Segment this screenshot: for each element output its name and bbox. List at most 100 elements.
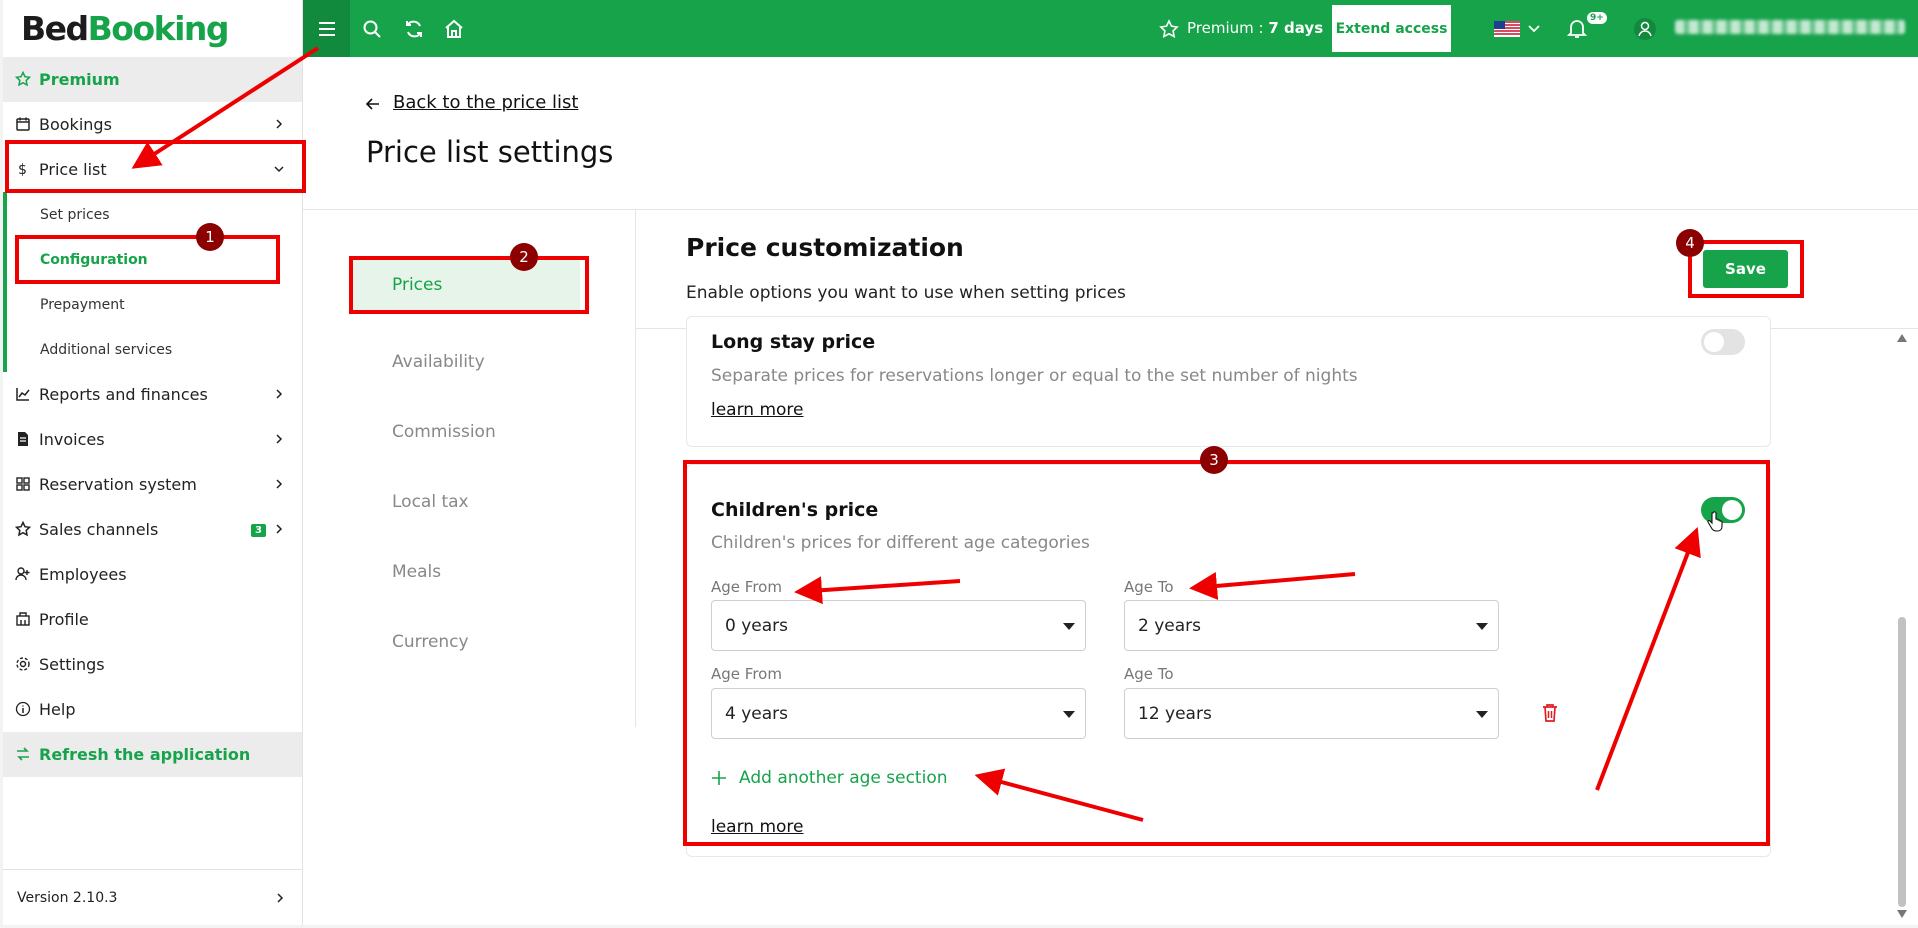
childrens-price-learn-more-link[interactable]: learn more (711, 817, 804, 837)
sidebar-item-label: Sales channels (39, 520, 159, 539)
section-title: Price customization (686, 233, 964, 262)
premium-label: Premium : (1187, 19, 1264, 37)
sidebar-item-refresh[interactable]: Refresh the application (3, 732, 302, 777)
sidebar-item-profile[interactable]: Profile (3, 597, 302, 642)
chevron-right-icon (276, 389, 283, 399)
user-name-blurred[interactable] (1675, 20, 1905, 34)
sidebar-subitem-additional-services[interactable]: Additional services (3, 327, 302, 372)
sidebar-subitem-configuration[interactable]: Configuration (3, 237, 302, 282)
caret-down-icon (1063, 623, 1075, 630)
age-from-label: Age From (711, 578, 782, 596)
tab-currency[interactable]: Currency (350, 607, 580, 677)
long-stay-description: Separate prices for reservations longer … (711, 366, 1358, 386)
chevron-down-icon (274, 166, 284, 173)
save-button[interactable]: Save (1703, 250, 1788, 288)
logo[interactable]: Bed Booking (3, 0, 302, 57)
hamburger-icon (318, 21, 335, 36)
tab-prices[interactable]: Prices (350, 257, 580, 313)
user-plus-icon (15, 567, 30, 581)
add-age-section-label: Add another age section (739, 768, 948, 788)
sidebar-item-reports[interactable]: Reports and finances (3, 372, 302, 417)
us-flag-icon[interactable] (1494, 21, 1520, 37)
annotation-marker-1: 1 (196, 223, 224, 251)
tab-local-tax[interactable]: Local tax (350, 467, 580, 537)
tab-commission[interactable]: Commission (350, 397, 580, 467)
sidebar-item-premium[interactable]: Premium (3, 57, 302, 102)
long-stay-learn-more-link[interactable]: learn more (711, 400, 804, 420)
star-icon (1159, 19, 1179, 38)
annotation-marker-2: 2 (510, 243, 538, 271)
sidebar-item-label: Invoices (39, 430, 105, 449)
subitem-label: Prepayment (40, 296, 125, 313)
tab-availability[interactable]: Availability (350, 327, 580, 397)
top-bar: Premium : 7 days Extend access 9+ (303, 0, 1918, 57)
scrollbar[interactable] (1895, 330, 1909, 922)
plus-icon (712, 771, 726, 785)
arrow-left-icon[interactable] (365, 96, 381, 112)
tab-meals[interactable]: Meals (350, 537, 580, 607)
divider (303, 209, 1918, 210)
sidebar-item-label: Bookings (39, 115, 112, 134)
version-footer[interactable]: Version 2.10.3 (3, 869, 303, 925)
refresh-icon (17, 747, 29, 761)
search-icon[interactable] (362, 19, 382, 39)
back-to-price-list-link[interactable]: Back to the price list (393, 92, 578, 113)
logo-bed: Bed (21, 9, 89, 48)
chevron-right-icon (276, 479, 283, 489)
building-icon (16, 612, 30, 626)
extend-access-button[interactable]: Extend access (1332, 5, 1451, 52)
scroll-thumb[interactable] (1898, 617, 1906, 907)
scroll-down-icon[interactable] (1897, 910, 1907, 918)
sidebar-item-label: Reports and finances (39, 385, 208, 404)
sidebar-item-price-list[interactable]: $ Price list (3, 147, 302, 192)
sidebar-subitem-set-prices[interactable]: Set prices (3, 192, 302, 237)
trash-icon[interactable] (1541, 703, 1559, 723)
premium-status: Premium : 7 days (1187, 19, 1323, 37)
add-age-section-button[interactable]: Add another age section (711, 768, 948, 788)
star-icon (15, 71, 31, 87)
avatar[interactable] (1633, 17, 1657, 41)
select-value: 0 years (725, 615, 789, 636)
sidebar-item-help[interactable]: Help (3, 687, 302, 732)
sidebar-subitem-prepayment[interactable]: Prepayment (3, 282, 302, 327)
chart-icon (16, 388, 30, 401)
bell-icon[interactable] (1566, 17, 1588, 39)
sidebar-item-bookings[interactable]: Bookings (3, 102, 302, 147)
age-to-select-2[interactable]: 12 years (1124, 688, 1499, 739)
chevron-right-icon (277, 893, 284, 903)
age-to-select-1[interactable]: 2 years (1124, 600, 1499, 651)
age-from-select-2[interactable]: 4 years (711, 688, 1086, 739)
premium-days: 7 days (1268, 19, 1324, 37)
sidebar-item-employees[interactable]: Employees (3, 552, 302, 597)
age-from-label: Age From (711, 665, 782, 683)
sidebar-item-reservation-system[interactable]: Reservation system (3, 462, 302, 507)
scroll-up-icon[interactable] (1897, 334, 1907, 342)
subitem-label: Configuration (40, 251, 148, 268)
sidebar-item-invoices[interactable]: Invoices (3, 417, 302, 462)
age-from-select-1[interactable]: 0 years (711, 600, 1086, 651)
settings-tabs: Prices Availability Commission Local tax… (350, 257, 580, 677)
sidebar-item-label: Profile (39, 610, 89, 629)
home-icon[interactable] (444, 19, 464, 39)
select-value: 2 years (1138, 615, 1202, 636)
sidebar-item-settings[interactable]: Settings (3, 642, 302, 687)
caret-down-icon (1476, 711, 1488, 718)
invoice-icon (18, 432, 28, 446)
notification-badge: 9+ (1587, 12, 1607, 24)
chevron-right-icon (276, 434, 283, 444)
sidebar: Bed Booking Premium Bookings $ Price list… (3, 0, 303, 925)
childrens-price-description: Children's prices for different age cate… (711, 533, 1090, 553)
menu-button[interactable] (303, 0, 350, 57)
sidebar-item-label: Refresh the application (39, 745, 251, 764)
gear-icon (16, 657, 30, 671)
refresh-icon[interactable] (404, 19, 424, 39)
main-content: Back to the price list Price list settin… (303, 57, 1918, 925)
version-label: Version 2.10.3 (17, 889, 118, 906)
subitem-label: Additional services (40, 341, 173, 358)
chevron-down-icon[interactable] (1527, 22, 1541, 36)
caret-down-icon (1063, 711, 1075, 718)
calendar-icon (16, 117, 30, 131)
childrens-price-title: Children's price (711, 499, 879, 521)
sidebar-item-sales-channels[interactable]: Sales channels 3 (3, 507, 302, 552)
long-stay-toggle[interactable] (1701, 329, 1745, 355)
